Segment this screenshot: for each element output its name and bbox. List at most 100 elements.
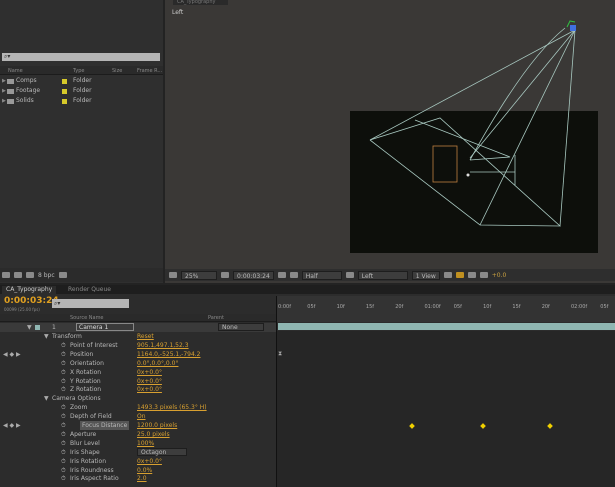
- stopwatch-icon[interactable]: ⏱: [61, 466, 66, 475]
- snapshot-icon[interactable]: [277, 272, 286, 278]
- col-name[interactable]: Name: [8, 68, 23, 74]
- property-row[interactable]: ⏱ Iris Aspect Ratio 2.0: [0, 474, 276, 483]
- project-item-comps[interactable]: ▶ Comps Folder: [0, 76, 163, 86]
- project-search-input[interactable]: ⌕▾: [2, 53, 160, 61]
- property-row[interactable]: ▼ Camera Options: [0, 394, 276, 403]
- reset-link[interactable]: Reset: [137, 332, 154, 341]
- stopwatch-icon[interactable]: ⏱: [61, 377, 66, 386]
- property-value[interactable]: 0.0%: [137, 466, 152, 475]
- stopwatch-icon[interactable]: ⏱: [61, 474, 66, 483]
- new-folder-icon[interactable]: [14, 272, 22, 278]
- stopwatch-icon[interactable]: ⏱: [61, 359, 66, 368]
- layer-name[interactable]: Camera 1: [76, 323, 134, 331]
- time-ruler[interactable]: 0:00f 05f 10f 15f 20f 01:00f 05f 10f 15f 20f 02:00…: [276, 296, 615, 322]
- property-row[interactable]: ⏱ X Rotation 0x+0.0°: [0, 368, 276, 377]
- exposure-value[interactable]: +0.0: [492, 272, 507, 279]
- timeline-divider[interactable]: [276, 296, 277, 487]
- property-label: X Rotation: [70, 368, 102, 376]
- current-time[interactable]: 0:00:03:24: [4, 296, 59, 306]
- property-value[interactable]: 1200.0 pixels: [137, 421, 177, 430]
- keyframe-navigator[interactable]: ◀ ◆ ▶: [3, 421, 21, 430]
- property-value[interactable]: 0x+0.0°: [137, 457, 162, 466]
- trash-icon[interactable]: [58, 272, 67, 278]
- property-row[interactable]: ⏱ Orientation 0.0°,0.0°,0.0°: [0, 359, 276, 368]
- track-area[interactable]: [276, 331, 615, 487]
- fast-preview-icon[interactable]: [455, 272, 464, 278]
- keyframe-icon[interactable]: ⧗: [278, 350, 282, 358]
- stopwatch-icon[interactable]: ⏱: [61, 430, 66, 439]
- property-value[interactable]: 1164.0,-525.1,-794.2: [137, 350, 201, 359]
- parent-header[interactable]: Parent: [208, 315, 224, 321]
- col-frame-rate[interactable]: Frame R...: [137, 68, 162, 74]
- expand-triangle-icon[interactable]: ▼: [44, 332, 49, 341]
- property-value[interactable]: 100%: [137, 439, 154, 448]
- layer-camera-1[interactable]: ▼ 1 Camera 1 None: [0, 323, 276, 332]
- source-name-header[interactable]: Source Name: [70, 315, 104, 321]
- new-comp-icon[interactable]: [26, 272, 34, 278]
- stopwatch-icon[interactable]: ⏱: [61, 403, 66, 412]
- property-value[interactable]: 0x+0.0°: [137, 377, 162, 386]
- region-of-interest-icon[interactable]: [221, 272, 229, 278]
- expand-triangle-icon[interactable]: ▼: [44, 394, 49, 403]
- iris-shape-dropdown[interactable]: Octagon: [137, 447, 187, 456]
- timeline-icon[interactable]: [467, 272, 476, 278]
- group-label: Camera Options: [52, 395, 101, 403]
- property-row[interactable]: ⏱ Point of Interest 905.1,497.1,52.3: [0, 341, 276, 350]
- property-value[interactable]: On: [137, 412, 146, 421]
- col-size[interactable]: Size: [112, 68, 122, 74]
- property-row[interactable]: ⏱ Zoom 1493.3 pixels (65.3° H): [0, 403, 276, 412]
- tab-ca-typography[interactable]: CA_Typography: [2, 286, 57, 294]
- stopwatch-icon[interactable]: ⏱: [61, 439, 66, 448]
- flowchart-icon[interactable]: [479, 272, 488, 278]
- property-value[interactable]: 905.1,497.1,52.3: [137, 341, 189, 350]
- property-row[interactable]: ◀ ◆ ▶ ⏱ Position 1164.0,-525.1,-794.2: [0, 350, 276, 359]
- stopwatch-icon[interactable]: ⏱: [61, 448, 66, 457]
- property-value[interactable]: 2.0: [137, 474, 147, 483]
- stopwatch-icon[interactable]: ⏱: [61, 421, 66, 430]
- property-value[interactable]: 0.0°,0.0°,0.0°: [137, 359, 178, 368]
- property-row[interactable]: ⏱ Iris Shape Octagon: [0, 447, 276, 457]
- always-preview-icon[interactable]: [169, 272, 177, 278]
- bpc-button[interactable]: 8 bpc: [38, 272, 55, 279]
- label-color: [62, 89, 67, 94]
- property-row[interactable]: ⏱ Z Rotation 0x+0.0°: [0, 385, 276, 394]
- property-row[interactable]: ▼ Transform Reset: [0, 332, 276, 341]
- zoom-dropdown[interactable]: 25%: [181, 270, 217, 280]
- stopwatch-icon[interactable]: ⏱: [61, 350, 66, 359]
- camera-wireframe[interactable]: [165, 0, 615, 265]
- views-layout-dropdown[interactable]: 1 View: [411, 270, 440, 280]
- property-row[interactable]: ⏱ Depth of Field On: [0, 412, 276, 421]
- toggle-pixel-aspect-icon[interactable]: [443, 272, 452, 278]
- property-value[interactable]: 25.0 pixels: [137, 430, 170, 439]
- parent-dropdown[interactable]: None: [218, 323, 264, 331]
- interpret-footage-icon[interactable]: [2, 272, 10, 278]
- composition-viewer[interactable]: CA_Typography Left: [165, 0, 615, 283]
- transparency-grid-icon[interactable]: [345, 272, 354, 278]
- col-type[interactable]: Type: [73, 68, 84, 74]
- property-row[interactable]: ⏱ Blur Level 100%: [0, 439, 276, 448]
- project-item-footage[interactable]: ▶ Footage Folder: [0, 86, 163, 96]
- property-row[interactable]: ⏱ Aperture 25.0 pixels: [0, 430, 276, 439]
- property-value[interactable]: 1493.3 pixels (65.3° H): [137, 403, 207, 412]
- show-channel-icon[interactable]: [289, 272, 298, 278]
- tab-render-queue[interactable]: Render Queue: [64, 286, 115, 294]
- property-value[interactable]: 0x+0.0°: [137, 385, 162, 394]
- property-label: Z Rotation: [70, 386, 102, 394]
- project-item-solids[interactable]: ▶ Solids Folder: [0, 96, 163, 106]
- timeline-search-input[interactable]: ⌕▾: [52, 299, 129, 308]
- stopwatch-icon[interactable]: ⏱: [61, 368, 66, 377]
- property-row[interactable]: ⏱ Iris Roundness 0.0%: [0, 466, 276, 475]
- layer-duration-bar[interactable]: [278, 323, 615, 330]
- timecode-button[interactable]: 0:00:03:24: [233, 270, 274, 280]
- stopwatch-icon[interactable]: ⏱: [61, 385, 66, 394]
- property-row[interactable]: ◀ ◆ ▶ ⏱ Focus Distance 1200.0 pixels: [0, 421, 276, 430]
- property-value[interactable]: 0x+0.0°: [137, 368, 162, 377]
- stopwatch-icon[interactable]: ⏱: [61, 457, 66, 466]
- keyframe-navigator[interactable]: ◀ ◆ ▶: [3, 350, 21, 359]
- property-row[interactable]: ⏱ Y Rotation 0x+0.0°: [0, 377, 276, 386]
- stopwatch-icon[interactable]: ⏱: [61, 412, 66, 421]
- view-dropdown[interactable]: Left: [357, 270, 408, 280]
- resolution-dropdown[interactable]: Half: [301, 270, 342, 280]
- stopwatch-icon[interactable]: ⏱: [61, 341, 66, 350]
- property-row[interactable]: ⏱ Iris Rotation 0x+0.0°: [0, 457, 276, 466]
